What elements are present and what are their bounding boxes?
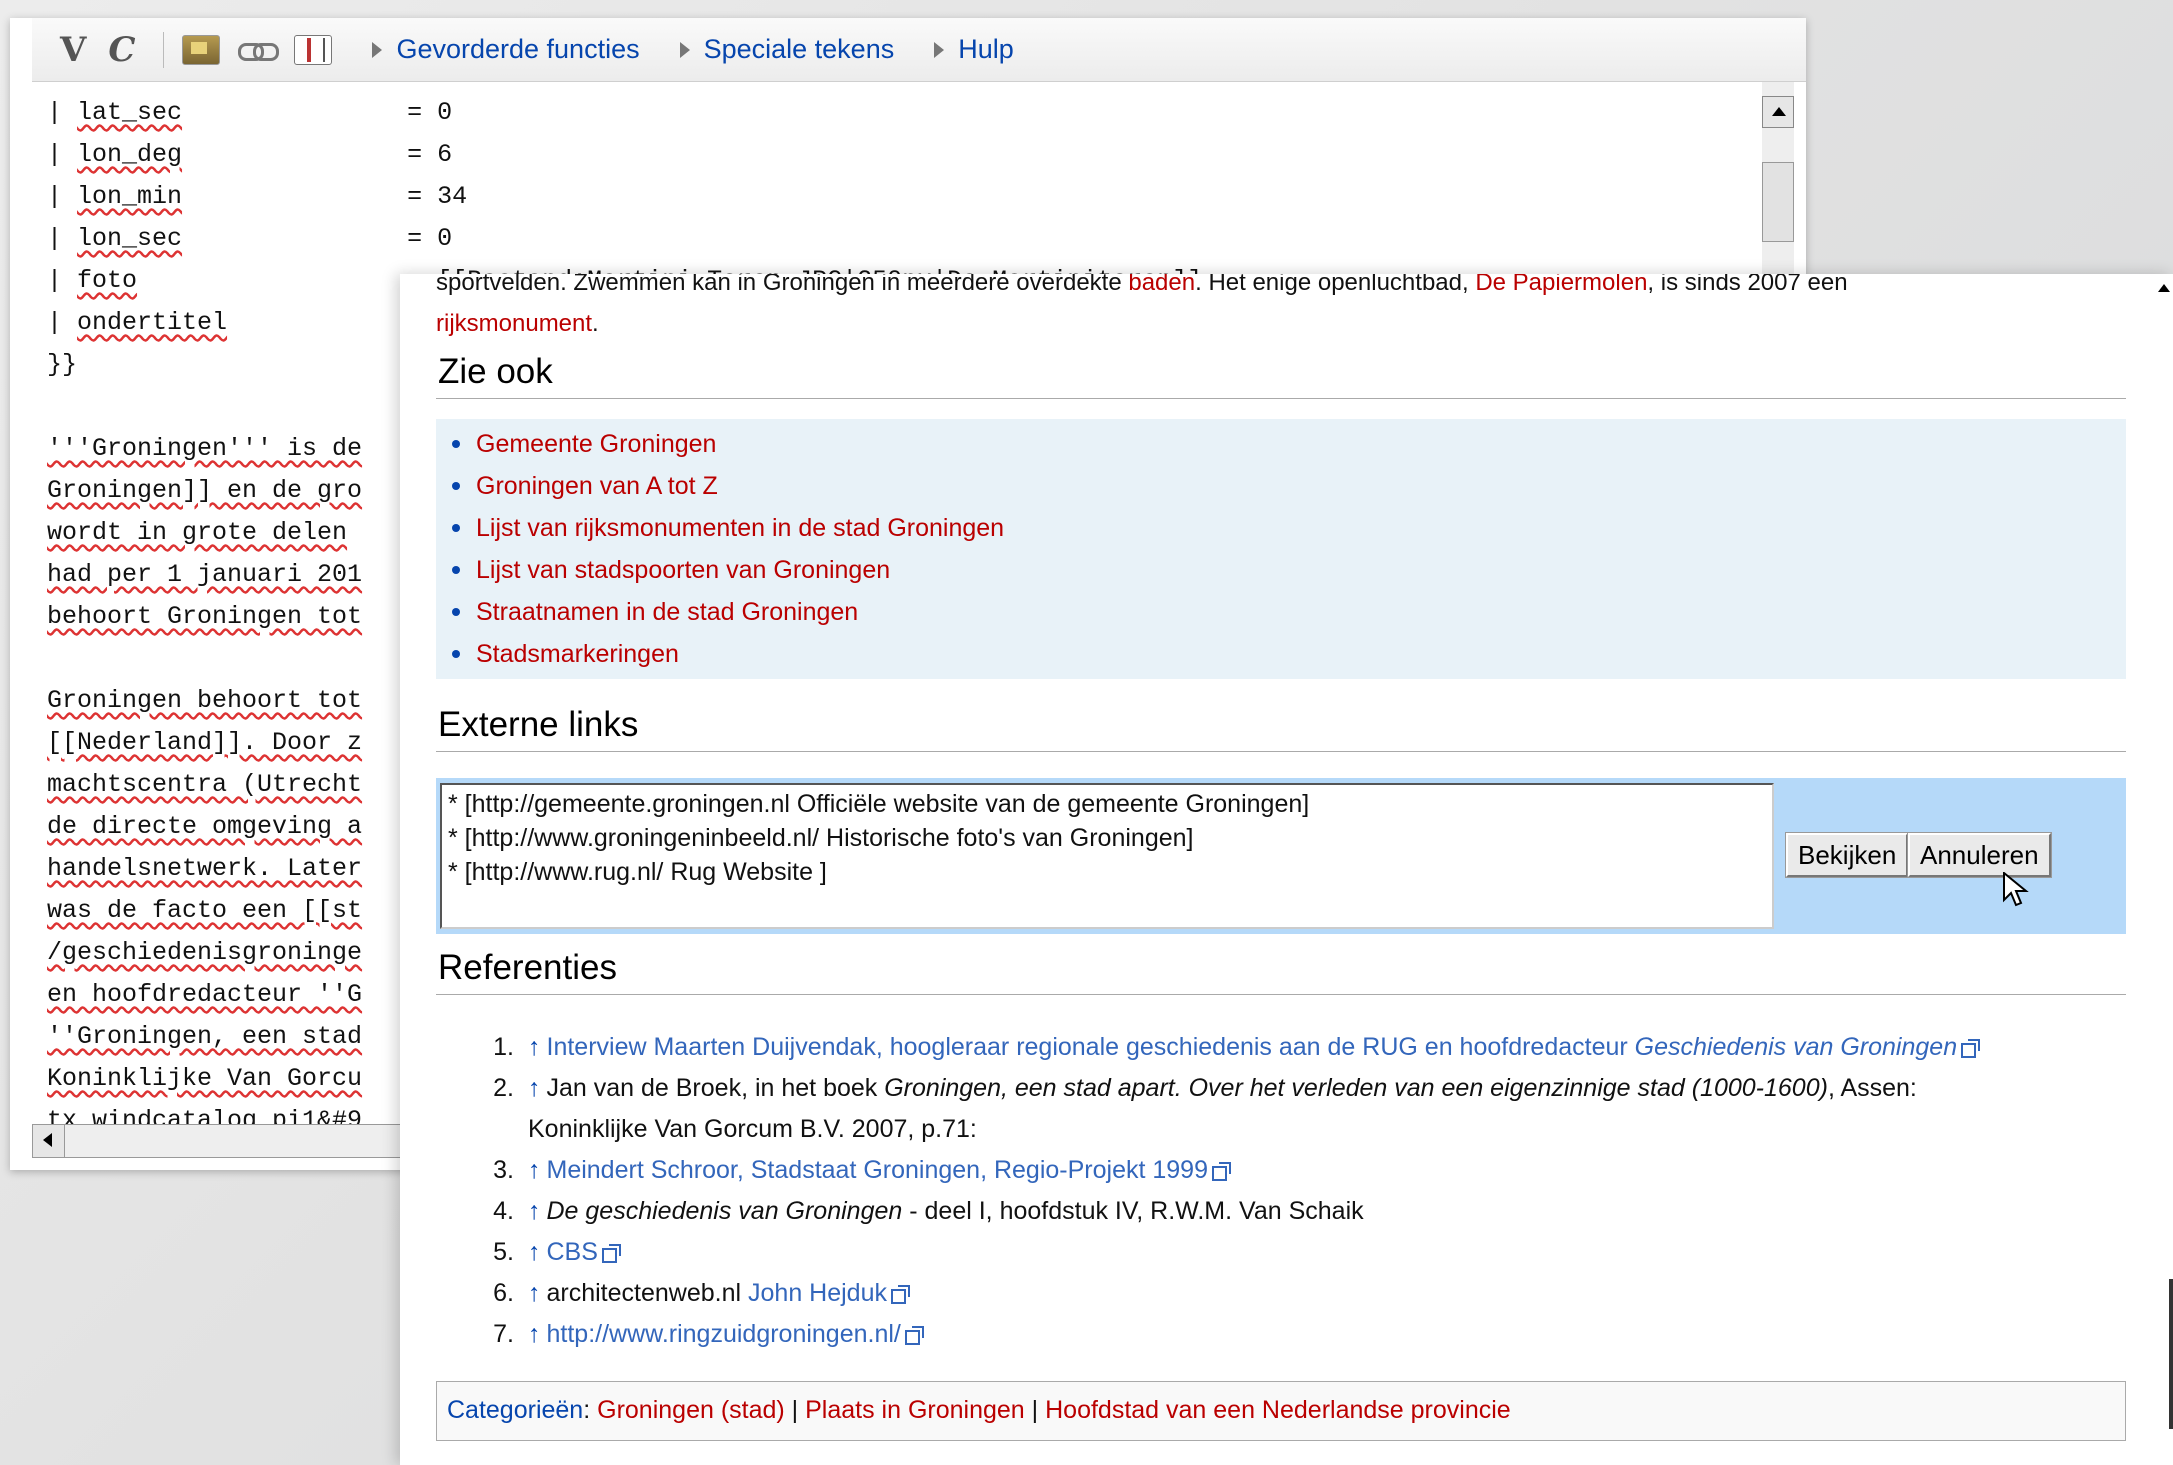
categories-label-link[interactable]: Categorieën — [447, 1396, 583, 1424]
insert-reference-icon[interactable] — [294, 34, 333, 65]
heading-zie-ook: Zie ook — [436, 352, 2126, 399]
param-line: | lon_min = 34 — [47, 182, 468, 211]
backlink-arrow-icon[interactable]: ↑ — [528, 1197, 541, 1225]
link-baden[interactable]: baden — [1128, 274, 1195, 296]
reference-link[interactable]: Interview Maarten Duijvendak, hoogleraar… — [547, 1033, 1958, 1061]
backlink-arrow-icon[interactable]: ↑ — [528, 1279, 541, 1307]
references-list: 1. ↑ Interview Maarten Duijvendak, hoogler… — [436, 1027, 2126, 1355]
toolbar-divider — [163, 31, 165, 68]
reference-link[interactable]: http://www.ringzuidgroningen.nl/ — [547, 1320, 901, 1348]
reference-link[interactable]: Meindert Schroor, Stadstaat Groningen, R… — [547, 1156, 1209, 1184]
reference-item: 6. ↑ architectenweb.nl John Hejduk — [484, 1273, 2126, 1314]
link-de-papiermolen[interactable]: De Papiermolen — [1475, 274, 1647, 296]
backlink-arrow-icon[interactable]: ↑ — [528, 1156, 541, 1184]
expand-triangle-icon — [372, 41, 383, 58]
section-edit-textarea[interactable]: * [http://gemeente.groningen.nl Officiël… — [440, 783, 1774, 929]
article-preview-window: sportvelden. Zwemmen kan in Groningen in… — [400, 274, 2173, 1465]
insert-image-icon[interactable] — [182, 34, 221, 65]
scroll-up-arrow-icon[interactable] — [2155, 274, 2173, 304]
scroll-left-arrow-icon[interactable] — [33, 1125, 65, 1157]
list-item: Lijst van rijksmonumenten in de stad Gro… — [450, 507, 2112, 549]
backlink-arrow-icon[interactable]: ↑ — [528, 1238, 541, 1266]
link-groningen-a-z[interactable]: Groningen van A tot Z — [476, 472, 718, 500]
external-link-icon — [1961, 1039, 1981, 1058]
heading-externe-links: Externe links — [436, 705, 2126, 752]
category-links: Categorieën: Groningen (stad) | Plaats i… — [436, 1381, 2126, 1441]
reference-item: 4. ↑ De geschiedenis van Groningen - deel … — [493, 1197, 1364, 1225]
bold-button[interactable]: V — [60, 30, 86, 70]
reference-item: 5. ↑ CBS — [484, 1232, 2126, 1273]
list-item: Groningen van A tot Z — [450, 465, 2112, 507]
scrollbar-thumb[interactable] — [1762, 162, 1794, 242]
list-item: Lijst van stadspoorten van Groningen — [450, 549, 2112, 591]
list-item: Gemeente Groningen — [450, 423, 2112, 465]
link-straatnamen[interactable]: Straatnamen in de stad Groningen — [476, 598, 858, 626]
backlink-arrow-icon[interactable]: ↑ — [528, 1320, 541, 1348]
param-line: | lat_sec = 0 — [47, 98, 453, 127]
backlink-arrow-icon[interactable]: ↑ — [528, 1074, 541, 1102]
external-link-icon — [601, 1244, 621, 1263]
reference-item: 1. ↑ Interview Maarten Duijvendak, hoogler… — [484, 1027, 2126, 1068]
italic-button[interactable]: C — [108, 30, 135, 70]
param-line: | lon_sec = 0 — [47, 224, 453, 253]
reference-link[interactable]: John Hejduk — [748, 1279, 887, 1307]
list-item: Straatnamen in de stad Groningen — [450, 591, 2112, 633]
reference-item: 2. ↑ Jan van de Broek, in het boek Groning… — [493, 1074, 1917, 1143]
external-link-icon — [904, 1326, 924, 1345]
category-link[interactable]: Plaats in Groningen — [805, 1396, 1025, 1424]
link-stadsmarkeringen[interactable]: Stadsmarkeringen — [476, 640, 679, 668]
scrollbar-thumb[interactable] — [2169, 1279, 2173, 1429]
reference-item: 7. ↑ http://www.ringzuidgroningen.nl/ — [484, 1314, 2126, 1355]
link-rijksmonument[interactable]: rijksmonument — [436, 310, 592, 337]
category-link[interactable]: Hoofdstad van een Nederlandse provincie — [1045, 1396, 1511, 1424]
section-edit-area: * [http://gemeente.groningen.nl Officiël… — [436, 778, 2126, 934]
horizontal-scrollbar[interactable] — [32, 1124, 412, 1158]
category-link[interactable]: Groningen (stad) — [597, 1396, 785, 1424]
vertical-scrollbar[interactable] — [1762, 82, 1794, 292]
link-rijksmonumenten[interactable]: Lijst van rijksmonumenten in de stad Gro… — [476, 514, 1004, 542]
expand-triangle-icon — [679, 41, 690, 58]
param-line: | lon_deg = 6 — [47, 140, 453, 169]
reference-link[interactable]: CBS — [547, 1238, 598, 1266]
cancel-button[interactable]: Annuleren — [1907, 832, 2052, 878]
paragraph: sportvelden. Zwemmen kan in Groningen in… — [436, 274, 2126, 344]
reference-item: 3. ↑ Meindert Schroor, Stadstaat Groningen… — [484, 1150, 2126, 1191]
list-item: Stadsmarkeringen — [450, 633, 2112, 675]
external-link-icon — [1212, 1162, 1231, 1181]
external-link-icon — [891, 1285, 910, 1304]
editor-toolbar: V C Gevorderde functies Speciale tekens … — [32, 18, 1806, 82]
toolbar-section-special-chars[interactable]: Speciale tekens — [679, 34, 894, 65]
see-also-list: Gemeente Groningen Groningen van A tot Z… — [436, 419, 2126, 679]
link-stadspoorten[interactable]: Lijst van stadspoorten van Groningen — [476, 556, 890, 584]
expand-triangle-icon — [934, 41, 945, 58]
preview-content: sportvelden. Zwemmen kan in Groningen in… — [436, 274, 2126, 1441]
preview-button[interactable]: Bekijken — [1784, 832, 1910, 878]
toolbar-section-help[interactable]: Hulp — [934, 34, 1014, 65]
backlink-arrow-icon[interactable]: ↑ — [528, 1033, 541, 1061]
insert-link-icon[interactable] — [238, 35, 280, 65]
scroll-up-arrow-icon[interactable] — [1762, 96, 1794, 128]
link-gemeente-groningen[interactable]: Gemeente Groningen — [476, 430, 716, 458]
heading-referenties: Referenties — [436, 948, 2126, 995]
toolbar-section-advanced[interactable]: Gevorderde functies — [372, 34, 640, 65]
